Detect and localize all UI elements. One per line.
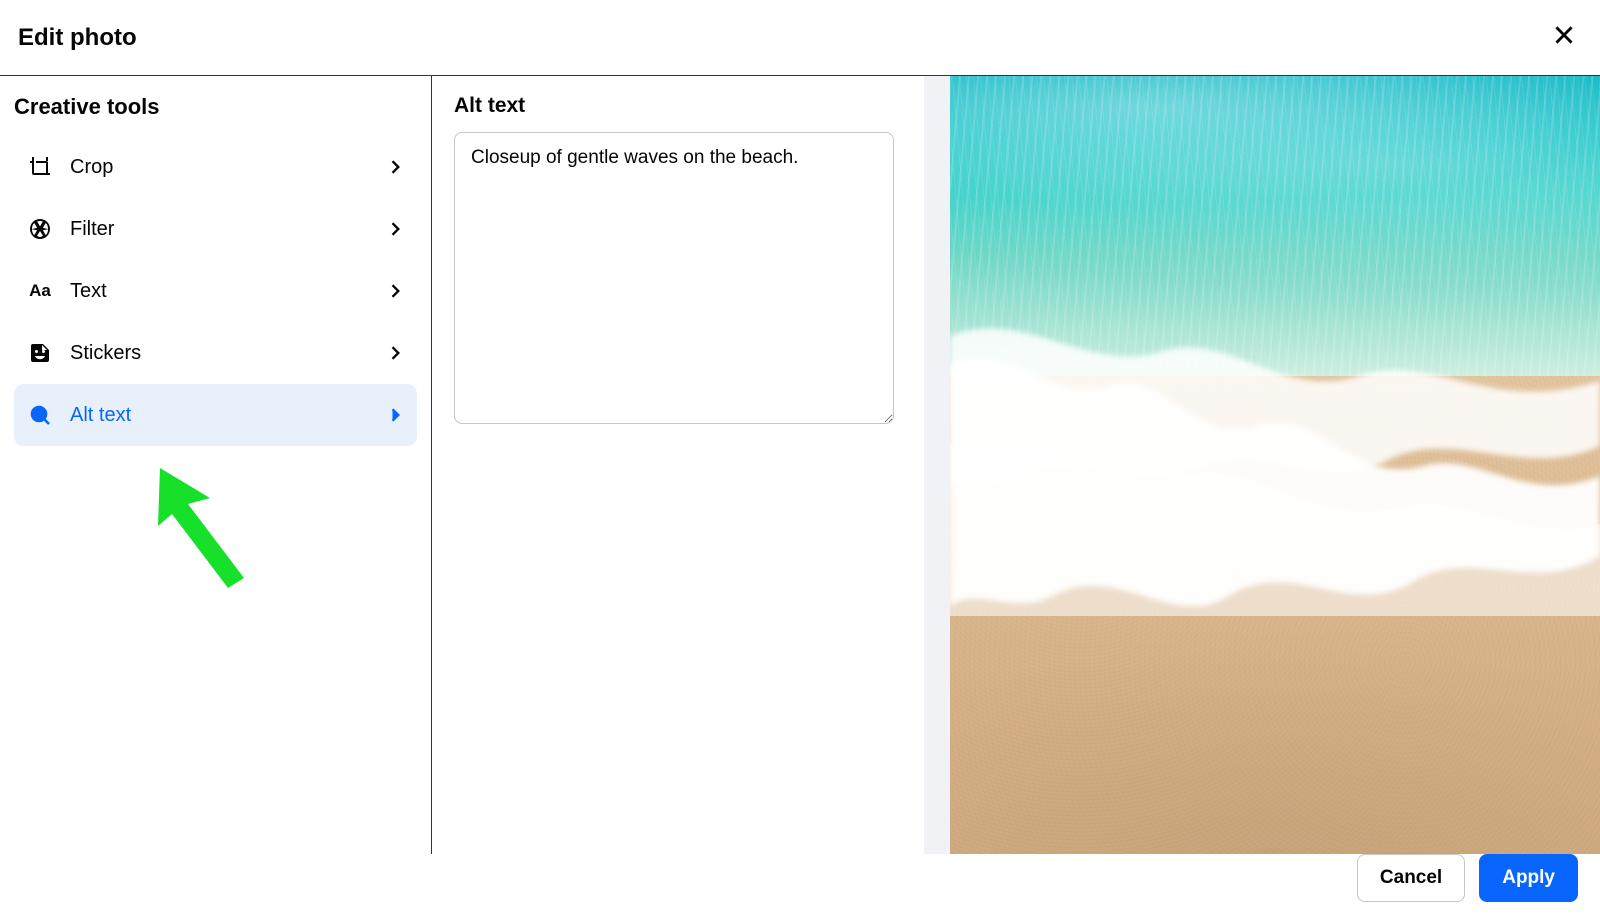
preview-foam — [950, 296, 1600, 616]
sidebar-item-alt-text[interactable]: Alt text — [14, 384, 417, 446]
apply-button[interactable]: Apply — [1479, 854, 1578, 902]
chevron-right-icon — [385, 405, 405, 425]
sidebar-item-text[interactable]: Aa Text — [14, 260, 417, 322]
sidebar-item-label: Alt text — [70, 404, 385, 427]
chevron-right-icon — [385, 281, 405, 301]
dialog-title: Edit photo — [18, 24, 137, 52]
cancel-button[interactable]: Cancel — [1357, 854, 1465, 902]
sidebar-item-label: Text — [70, 280, 385, 303]
alt-text-input[interactable] — [454, 132, 894, 424]
sidebar-item-label: Filter — [70, 218, 385, 241]
close-button[interactable] — [1546, 20, 1582, 56]
sidebar-item-stickers[interactable]: Stickers — [14, 322, 417, 384]
sidebar-item-crop[interactable]: Crop — [14, 136, 417, 198]
filter-icon — [26, 215, 54, 243]
crop-icon — [26, 153, 54, 181]
alt-text-panel: Alt text — [432, 76, 924, 854]
panel-title: Alt text — [454, 94, 902, 118]
close-icon — [1551, 22, 1577, 53]
sidebar-title: Creative tools — [14, 94, 417, 120]
sidebar-item-label: Crop — [70, 156, 385, 179]
annotation-arrow — [148, 460, 268, 595]
chevron-right-icon — [385, 157, 405, 177]
dialog-header: Edit photo — [0, 0, 1600, 76]
sticker-icon — [26, 339, 54, 367]
search-icon — [26, 401, 54, 429]
chevron-right-icon — [385, 343, 405, 363]
text-icon: Aa — [26, 277, 54, 305]
sidebar-item-label: Stickers — [70, 342, 385, 365]
chevron-right-icon — [385, 219, 405, 239]
dialog-footer: Cancel Apply — [1357, 854, 1578, 902]
photo-preview — [924, 76, 1600, 854]
sidebar-item-filter[interactable]: Filter — [14, 198, 417, 260]
